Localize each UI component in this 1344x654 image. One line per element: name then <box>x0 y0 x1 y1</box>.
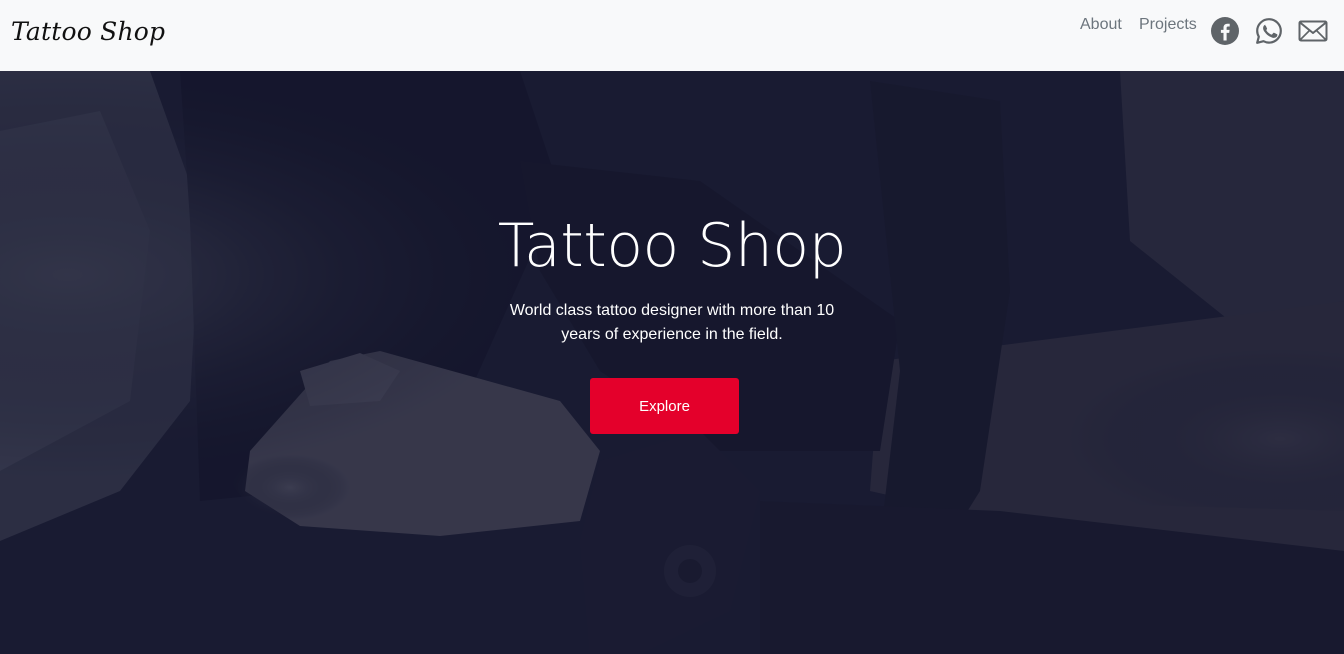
navbar: Tattoo Shop About Projects <box>0 0 1344 71</box>
brand-logo[interactable]: Tattoo Shop <box>11 17 165 46</box>
hero-section: Tattoo Shop World class tattoo designer … <box>0 71 1344 654</box>
whatsapp-icon[interactable] <box>1254 16 1284 46</box>
nav-link-about[interactable]: About <box>1080 16 1122 34</box>
nav-link-projects[interactable]: Projects <box>1139 16 1197 34</box>
mail-icon[interactable] <box>1298 16 1328 46</box>
explore-button[interactable]: Explore <box>590 378 739 434</box>
facebook-icon[interactable] <box>1210 16 1240 46</box>
hero-title: Tattoo Shop <box>497 211 847 281</box>
hero-overlay <box>0 71 1344 654</box>
hero-description: World class tattoo designer with more th… <box>509 302 835 343</box>
